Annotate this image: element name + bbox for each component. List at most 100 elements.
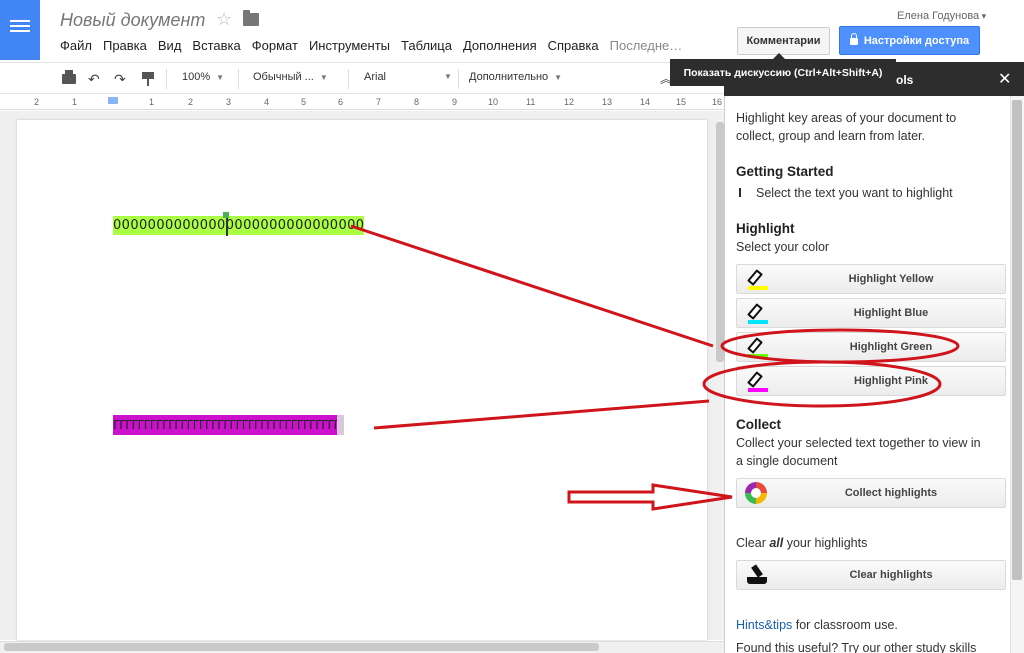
highlight-blue-label: Highlight Blue — [853, 307, 929, 319]
ruler-tick: 2 — [34, 97, 40, 107]
docs-logo-icon[interactable] — [0, 0, 40, 60]
paint-format-icon[interactable] — [142, 72, 154, 86]
getting-started-heading: Getting Started — [736, 164, 834, 179]
share-button-label: Настройки доступа — [863, 34, 970, 47]
undo-icon[interactable]: ↶ — [88, 72, 100, 86]
clear-highlights-label: Clear highlights — [849, 569, 933, 581]
clear-prefix: Clear — [736, 536, 770, 550]
clear-description: Clear all your highlights — [736, 536, 867, 550]
ruler-tick: 4 — [264, 97, 270, 107]
style-value: Обычный ... — [253, 71, 314, 83]
last-edit-link[interactable]: Последне… — [610, 38, 683, 53]
app-root: Новый документ ☆ Файл Правка Вид Вставка Фор… — [0, 0, 1024, 653]
menu-help[interactable]: Справка — [548, 38, 599, 53]
toolbar-divider — [348, 69, 349, 89]
getting-started-label: Select the text you want to highlight — [756, 186, 953, 200]
document-title[interactable]: Новый документ — [60, 10, 205, 31]
highlight-green-button[interactable]: Highlight Green — [736, 332, 1006, 362]
ruler-tick: 1 — [149, 97, 155, 107]
sidebar-scrollbar[interactable] — [1012, 100, 1022, 580]
zoom-select[interactable]: 100% ▼ — [182, 71, 224, 83]
ruler-tick: 8 — [414, 97, 420, 107]
collect-description: Collect your selected text together to v… — [736, 436, 981, 450]
eraser-icon — [746, 564, 768, 587]
clear-emphasis: all — [769, 536, 784, 550]
collect-highlights-button[interactable]: Collect highlights — [736, 478, 1006, 508]
clear-suffix: your highlights — [783, 536, 868, 550]
toolbar-divider — [458, 69, 459, 89]
close-icon[interactable]: ✕ — [998, 69, 1011, 89]
ruler-tick: 13 — [602, 97, 613, 107]
ruler-tick: 16 — [712, 97, 723, 107]
sidebar-title: ols — [896, 73, 914, 87]
highlight-green-label: Highlight Green — [849, 341, 933, 353]
chevron-down-icon: ▼ — [554, 73, 563, 82]
collect-icon — [745, 482, 767, 504]
horizontal-scrollbar[interactable] — [4, 643, 599, 651]
star-icon[interactable]: ☆ — [216, 9, 232, 30]
document-page[interactable] — [17, 120, 707, 640]
ruler-tick: 11 — [526, 97, 536, 107]
collect-highlights-label: Collect highlights — [844, 487, 938, 499]
redo-icon[interactable]: ↷ — [114, 72, 126, 86]
ruler[interactable]: 2 1 1 2 3 4 5 6 7 8 9 10 11 12 13 14 15 … — [0, 96, 724, 110]
font-select[interactable]: Arial ▼ — [364, 71, 452, 83]
user-account[interactable]: Елена Годунова — [897, 10, 986, 22]
menu-table[interactable]: Таблица — [401, 38, 452, 53]
font-value: Arial — [364, 71, 387, 83]
style-select[interactable]: Обычный ... ▼ — [253, 71, 328, 83]
folder-icon[interactable] — [243, 10, 259, 26]
menu-tools[interactable]: Инструменты — [309, 38, 390, 53]
menu-edit[interactable]: Правка — [103, 38, 147, 53]
menu-view[interactable]: Вид — [158, 38, 182, 53]
highlighted-text-pink[interactable]: ГГГГГГГГГГГГГГГГГГГГГГГГГГГГГГГГГГГГГГГГ… — [113, 415, 337, 435]
indent-marker[interactable] — [108, 97, 118, 104]
getting-started-text: I Select the text you want to highlight — [736, 186, 953, 200]
ruler-tick: 15 — [676, 97, 687, 107]
more-value: Дополнительно — [469, 71, 549, 83]
sidebar-intro: collect, group and learn from later. — [736, 129, 925, 143]
footer-text: Found this useful? Try our other study s… — [736, 641, 977, 653]
menu-addons[interactable]: Дополнения — [463, 38, 537, 53]
more-select[interactable]: Дополнительно ▼ — [469, 71, 562, 83]
collect-heading: Collect — [736, 417, 782, 432]
highlighted-text-green[interactable]: 00000000000000000000000000000 — [113, 216, 365, 235]
comments-button[interactable]: Комментарии — [737, 27, 830, 55]
tooltip-text: Показать дискуссию (Ctrl+Alt+Shift+A) — [683, 66, 883, 79]
marker-icon — [746, 337, 768, 359]
menu-file[interactable]: Файл — [60, 38, 92, 53]
highlight-pink-label: Highlight Pink — [854, 375, 928, 387]
text-cursor-icon: I — [738, 186, 742, 200]
marker-icon — [746, 371, 768, 393]
cursor-flag — [223, 212, 229, 218]
ruler-tick: 5 — [301, 97, 307, 107]
menu-format[interactable]: Формат — [252, 38, 298, 53]
ruler-tick: 12 — [564, 97, 575, 107]
menu-bar: Файл Правка Вид Вставка Формат Инструменты Таб… — [60, 38, 693, 53]
highlight-heading: Highlight — [736, 221, 795, 236]
highlight-blue-button[interactable]: Highlight Blue — [736, 298, 1006, 328]
share-button[interactable]: Настройки доступа — [839, 26, 980, 55]
ruler-tick: 2 — [188, 97, 194, 107]
sidebar-intro: Highlight key areas of your document to — [736, 111, 957, 125]
chevron-down-icon: ▼ — [216, 73, 225, 82]
print-icon[interactable] — [62, 70, 76, 84]
ruler-tick: 6 — [338, 97, 344, 107]
zoom-value: 100% — [182, 71, 211, 83]
highlight-pink-button[interactable]: Highlight Pink — [736, 366, 1006, 396]
ruler-tick: 3 — [226, 97, 232, 107]
menu-insert[interactable]: Вставка — [192, 38, 240, 53]
toolbar-divider — [166, 69, 167, 89]
document-scrollbar[interactable] — [716, 122, 724, 362]
lock-icon — [849, 33, 858, 45]
hints-suffix: for classroom use. — [792, 618, 898, 632]
ruler-tick: 10 — [488, 97, 499, 107]
chevron-down-icon: ▼ — [319, 73, 328, 82]
hints-link[interactable]: Hints&tips — [736, 618, 792, 632]
collect-description: a single document — [736, 454, 838, 468]
chevron-down-icon: ▼ — [444, 72, 452, 81]
highlight-yellow-label: Highlight Yellow — [848, 273, 934, 285]
highlight-yellow-button[interactable]: Highlight Yellow — [736, 264, 1006, 294]
toolbar-divider — [238, 69, 239, 89]
clear-highlights-button[interactable]: Clear highlights — [736, 560, 1006, 590]
